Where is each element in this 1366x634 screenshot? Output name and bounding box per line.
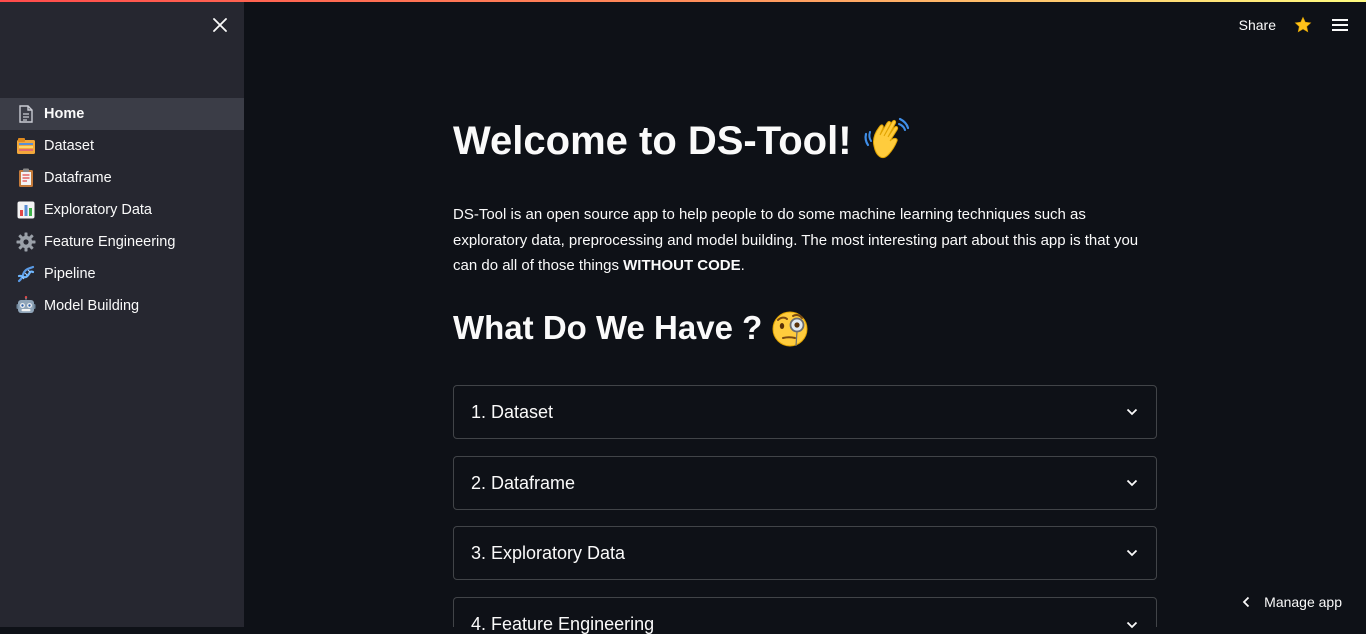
main-menu-button[interactable] bbox=[1332, 15, 1352, 35]
intro-bold-text: WITHOUT CODE bbox=[623, 257, 741, 274]
chevron-down-icon bbox=[1126, 549, 1138, 557]
manage-app-button[interactable]: Manage app bbox=[1242, 594, 1342, 610]
sidebar-item-label: Feature Engineering bbox=[44, 234, 176, 250]
page-title: Welcome to DS-Tool! bbox=[453, 116, 912, 166]
close-sidebar-button[interactable] bbox=[209, 14, 231, 36]
sidebar-item-exploratory-data[interactable]: Exploratory Data bbox=[0, 194, 244, 226]
robot-icon bbox=[16, 296, 36, 316]
chevron-down-icon bbox=[1126, 621, 1138, 629]
sidebar-item-label: Home bbox=[44, 106, 85, 122]
expander-label: 3. Exploratory Data bbox=[471, 542, 626, 563]
page-title-text: Welcome to DS-Tool! bbox=[453, 118, 852, 163]
top-decoration-bar bbox=[0, 0, 1366, 2]
star-button[interactable] bbox=[1294, 15, 1314, 35]
intro-end: . bbox=[740, 257, 745, 274]
sidebar-item-label: Exploratory Data bbox=[44, 202, 152, 218]
bar-chart-icon bbox=[16, 200, 36, 220]
sidebar-item-home[interactable]: Home bbox=[0, 98, 244, 130]
star-icon bbox=[1294, 16, 1312, 33]
sidebar-item-dataset[interactable]: Dataset bbox=[0, 130, 244, 162]
intro-paragraph: DS-Tool is an open source app to help pe… bbox=[453, 202, 1157, 279]
sidebar-item-feature-engineering[interactable]: Feature Engineering bbox=[0, 226, 244, 258]
sidebar-item-label: Pipeline bbox=[44, 266, 96, 282]
sidebar-nav: Home Dataset Dataframe Exploratory Data … bbox=[0, 98, 244, 322]
clipboard-icon bbox=[16, 168, 36, 188]
gear-icon bbox=[16, 232, 36, 252]
expander-exploratory-data[interactable]: 3. Exploratory Data bbox=[453, 526, 1157, 580]
sidebar-item-label: Dataframe bbox=[44, 170, 112, 186]
chevron-down-icon bbox=[1126, 408, 1138, 416]
sidebar-item-dataframe[interactable]: Dataframe bbox=[0, 162, 244, 194]
document-icon bbox=[16, 104, 36, 124]
expander-label: 4. Feature Engineering bbox=[471, 614, 655, 634]
section-heading-text: What Do We Have ? bbox=[453, 309, 763, 346]
monocle-face-icon bbox=[770, 308, 810, 348]
card-index-dividers-icon bbox=[16, 136, 36, 156]
dna-icon bbox=[16, 264, 36, 284]
expander-label: 2. Dataframe bbox=[471, 472, 576, 493]
sidebar-item-pipeline[interactable]: Pipeline bbox=[0, 258, 244, 290]
hamburger-menu-icon bbox=[1332, 19, 1348, 31]
share-button[interactable]: Share bbox=[1239, 17, 1276, 33]
intro-text: DS-Tool is an open source app to help pe… bbox=[453, 206, 1139, 274]
expander-dataset[interactable]: 1. Dataset bbox=[453, 385, 1157, 439]
sidebar-item-label: Dataset bbox=[44, 138, 94, 154]
expander-label: 1. Dataset bbox=[471, 401, 554, 422]
expander-dataframe[interactable]: 2. Dataframe bbox=[453, 456, 1157, 510]
sidebar-item-label: Model Building bbox=[44, 298, 140, 314]
sidebar-item-model-building[interactable]: Model Building bbox=[0, 290, 244, 322]
waving-hand-icon bbox=[862, 116, 912, 166]
chevron-left-icon bbox=[1242, 596, 1250, 608]
manage-app-label: Manage app bbox=[1264, 594, 1342, 610]
chevron-down-icon bbox=[1126, 479, 1138, 487]
expander-feature-engineering[interactable]: 4. Feature Engineering bbox=[453, 597, 1157, 633]
sidebar: Home Dataset Dataframe Exploratory Data … bbox=[0, 0, 244, 627]
close-icon bbox=[213, 18, 227, 32]
header-actions: Share bbox=[1239, 12, 1352, 38]
section-heading: What Do We Have ? bbox=[453, 308, 810, 348]
